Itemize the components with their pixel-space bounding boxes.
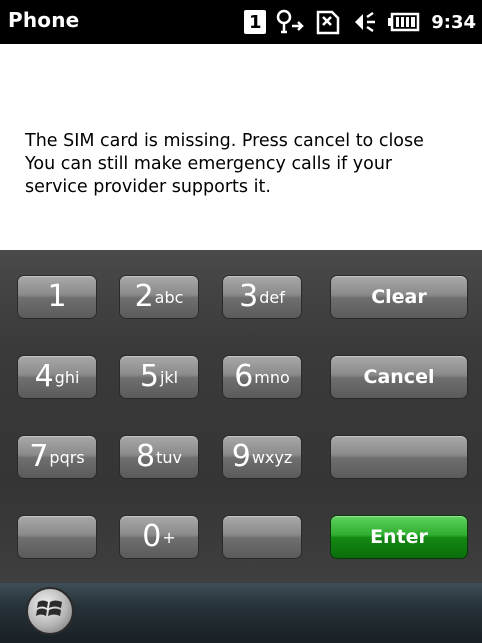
key-7[interactable]: 7 pqrs bbox=[17, 435, 97, 479]
cancel-button[interactable]: Cancel bbox=[330, 355, 468, 399]
clock: 9:34 bbox=[431, 11, 476, 33]
enter-button[interactable]: Enter bbox=[330, 515, 468, 559]
key-3[interactable]: 3 def bbox=[222, 275, 302, 319]
key-digit: 3 bbox=[239, 279, 259, 314]
key-digit: 6 bbox=[234, 359, 254, 394]
key-5[interactable]: 5 jkl bbox=[119, 355, 199, 399]
key-digit: 9 bbox=[231, 439, 251, 474]
key-letters: jkl bbox=[159, 367, 179, 387]
message-line: service provider supports it. bbox=[25, 177, 271, 197]
no-signal-icon bbox=[275, 8, 305, 36]
blank-key[interactable] bbox=[222, 515, 302, 559]
key-4[interactable]: 4 ghi bbox=[17, 355, 97, 399]
key-digit: 7 bbox=[29, 439, 49, 474]
key-letters: tuv bbox=[156, 447, 182, 467]
clear-button[interactable]: Clear bbox=[330, 275, 468, 319]
key-digit: 2 bbox=[134, 279, 154, 314]
sim-missing-message: The SIM card is missing. Press cancel to… bbox=[25, 130, 475, 199]
message-area: The SIM card is missing. Press cancel to… bbox=[0, 44, 482, 250]
status-icons: 1 9:34 bbox=[244, 6, 476, 38]
key-8[interactable]: 8 tuv bbox=[119, 435, 199, 479]
dial-keypad: 1 2 abc 3 def Clear 4 ghi 5 jkl 6 mno Ca… bbox=[0, 250, 482, 583]
key-9[interactable]: 9 wxyz bbox=[222, 435, 302, 479]
start-button[interactable] bbox=[26, 587, 74, 635]
app-title: Phone bbox=[8, 8, 80, 32]
key-letters: wxyz bbox=[251, 447, 293, 467]
key-letters: def bbox=[259, 287, 285, 307]
battery-icon bbox=[388, 9, 420, 35]
message-line: The SIM card is missing. Press cancel to… bbox=[25, 131, 424, 151]
key-digit: 0 bbox=[142, 519, 162, 554]
windows-logo-icon bbox=[35, 595, 65, 627]
speaker-icon bbox=[351, 8, 379, 36]
status-bar: Phone 1 9:34 bbox=[0, 0, 482, 44]
no-sim-icon bbox=[314, 8, 342, 36]
key-digit: 5 bbox=[139, 359, 159, 394]
key-letters: abc bbox=[154, 287, 184, 307]
key-letters: pqrs bbox=[49, 447, 85, 467]
key-digit: 4 bbox=[34, 359, 54, 394]
bottom-bar bbox=[0, 583, 482, 643]
key-1[interactable]: 1 bbox=[17, 275, 97, 319]
line-1-icon: 1 bbox=[244, 10, 267, 34]
key-digit: 8 bbox=[136, 439, 156, 474]
key-letters: ghi bbox=[54, 367, 80, 387]
key-letters: + bbox=[162, 527, 176, 547]
key-digit: 1 bbox=[47, 279, 67, 314]
message-line: You can still make emergency calls if yo… bbox=[25, 154, 393, 174]
key-0[interactable]: 0 + bbox=[119, 515, 199, 559]
blank-key[interactable] bbox=[330, 435, 468, 479]
blank-key[interactable] bbox=[17, 515, 97, 559]
key-2[interactable]: 2 abc bbox=[119, 275, 199, 319]
key-letters: mno bbox=[254, 367, 290, 387]
key-6[interactable]: 6 mno bbox=[222, 355, 302, 399]
